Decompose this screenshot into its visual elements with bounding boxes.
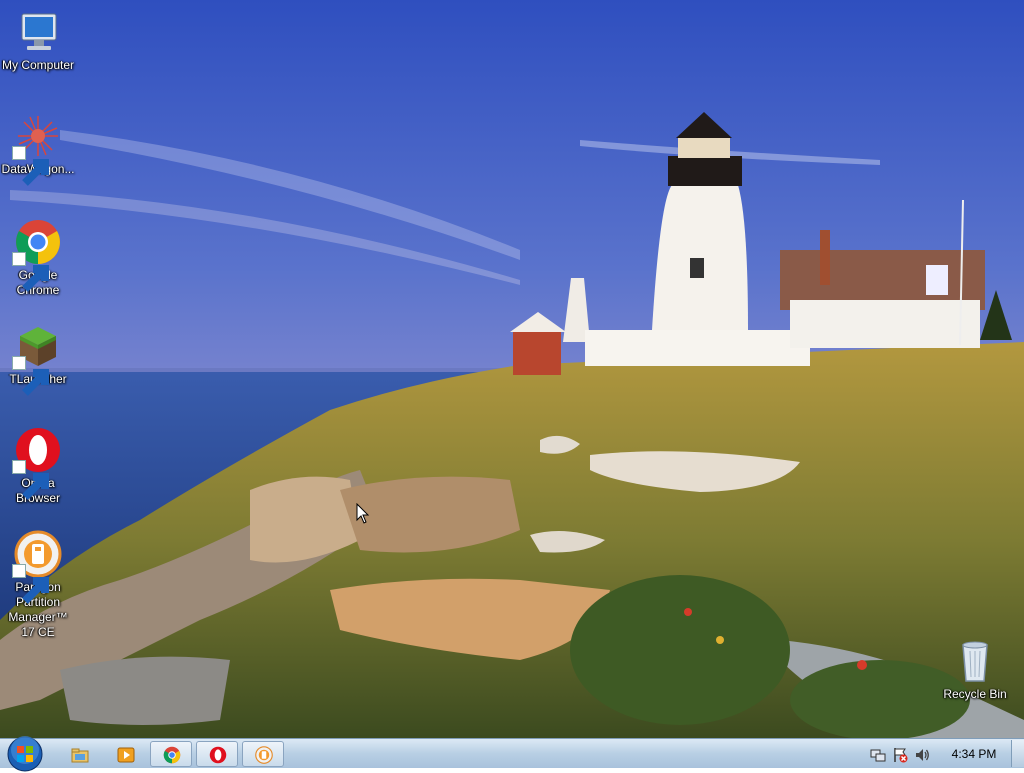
media-player-icon <box>117 747 135 763</box>
shortcut-arrow-icon <box>12 356 49 396</box>
paragon-icon <box>12 530 62 604</box>
datawagon-icon <box>12 112 62 186</box>
chrome-icon <box>12 218 62 292</box>
taskbar-media-player-button[interactable] <box>104 741 146 767</box>
shortcut-arrow-icon <box>12 460 49 500</box>
desktop-icon-paragon-partition-manager[interactable]: Paragon Partition Manager™ 17 CE <box>0 530 76 640</box>
taskbar-opera-button[interactable] <box>196 741 238 767</box>
taskbar: 4:34 PM <box>0 736 1024 772</box>
opera-icon <box>209 746 227 764</box>
desktop-icon-google-chrome[interactable]: Google Chrome <box>0 218 76 298</box>
show-desktop-button[interactable] <box>1011 740 1024 767</box>
start-orb-icon[interactable] <box>6 735 44 773</box>
desktop-icon-datawagon[interactable]: DataWagon... <box>0 112 76 186</box>
file-explorer-icon <box>71 748 89 763</box>
tlauncher-icon <box>12 322 62 396</box>
desktop-icon-tlauncher[interactable]: TLauncher <box>0 322 76 396</box>
computer-icon <box>14 8 62 56</box>
desktop-icon-recycle-bin[interactable]: Recycle Bin <box>937 637 1013 702</box>
desktop-icon-my-computer[interactable]: My Computer <box>0 8 76 73</box>
paragon-icon <box>255 746 273 764</box>
taskbar-file-explorer-button[interactable] <box>58 741 100 767</box>
system-tray: 4:34 PM <box>864 739 1024 769</box>
taskbar-paragon-button[interactable] <box>242 741 284 767</box>
desktop-icon-label: Recycle Bin <box>943 687 1007 701</box>
desktop-wallpaper <box>0 0 1024 768</box>
taskbar-chrome-button[interactable] <box>150 741 192 767</box>
volume-icon[interactable] <box>914 747 930 763</box>
taskbar-clock[interactable]: 4:34 PM <box>944 747 1004 761</box>
network-icon[interactable] <box>870 747 886 763</box>
action-center-icon[interactable] <box>892 747 908 763</box>
recycle-bin-icon <box>951 637 999 685</box>
chrome-icon <box>163 746 181 764</box>
desktop-icon-label: My Computer <box>1 58 75 72</box>
opera-icon <box>12 426 62 500</box>
mouse-cursor-icon <box>356 503 370 524</box>
desktop-icon-opera-browser[interactable]: Opera Browser <box>0 426 76 506</box>
shortcut-arrow-icon <box>12 252 49 292</box>
shortcut-arrow-icon <box>12 564 49 604</box>
shortcut-arrow-icon <box>12 146 49 186</box>
